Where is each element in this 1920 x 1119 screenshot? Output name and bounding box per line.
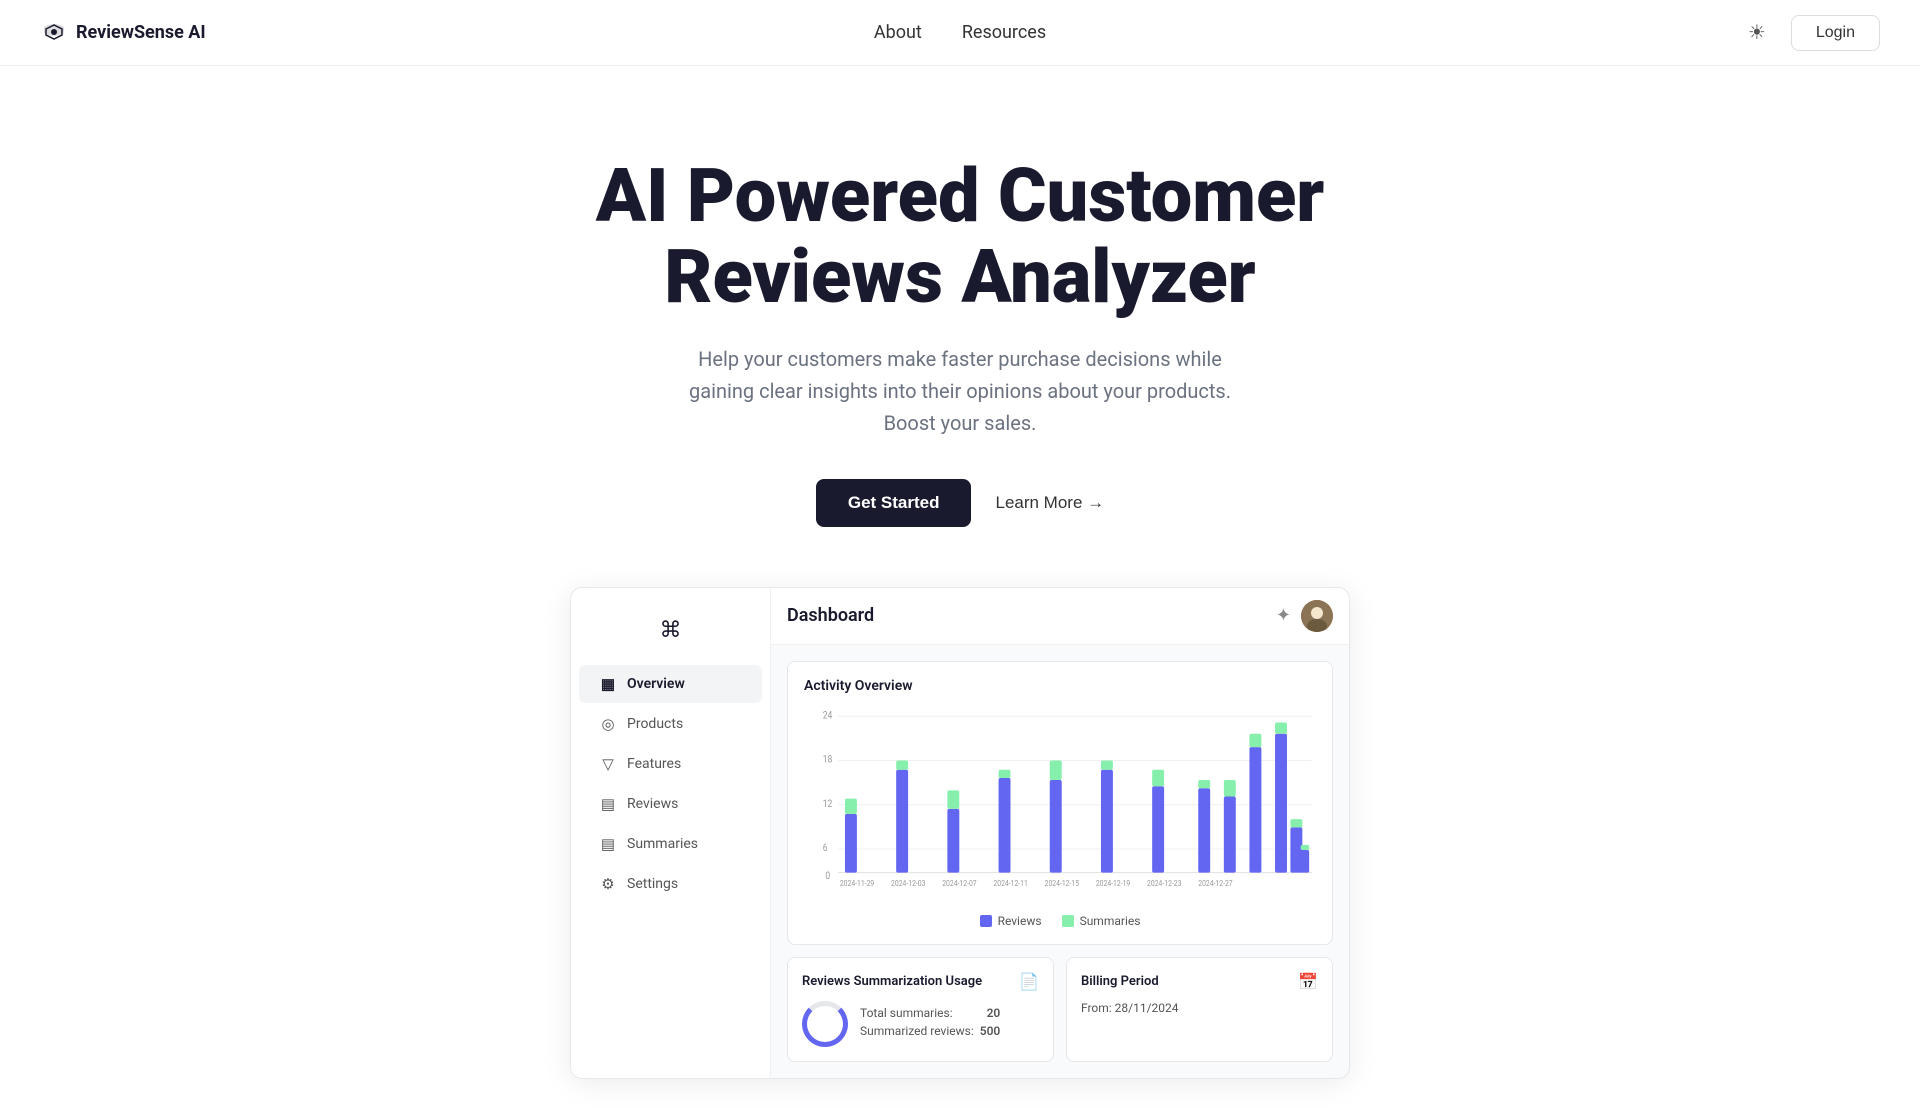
dashboard-main: Dashboard ✦ Activity Overview bbox=[771, 588, 1349, 1078]
billing-card-icon: 📅 bbox=[1298, 972, 1318, 991]
legend-reviews-label: Reviews bbox=[998, 914, 1042, 928]
summarized-reviews-label: Summarized reviews: bbox=[860, 1024, 974, 1038]
hero-title: AI Powered Customer Reviews Analyzer bbox=[510, 156, 1410, 319]
dashboard-header-right: ✦ bbox=[1276, 600, 1333, 632]
svg-text:24: 24 bbox=[823, 709, 833, 721]
svg-text:2024-11-29: 2024-11-29 bbox=[840, 878, 874, 886]
chart-legend: Reviews Summaries bbox=[804, 914, 1316, 928]
hero-subtitle: Help your customers make faster purchase… bbox=[680, 343, 1240, 439]
bottom-cards: Reviews Summarization Usage 📄 Total summ… bbox=[787, 957, 1333, 1062]
sidebar-item-features[interactable]: ▽ Features bbox=[579, 745, 762, 783]
brand-logo[interactable]: ReviewSense AI bbox=[40, 19, 206, 47]
theme-toggle-button[interactable]: ☀ bbox=[1739, 15, 1775, 51]
dashboard-preview: ⌘ ▦ Overview ◎ Products ▽ Features ▤ Rev… bbox=[0, 587, 1920, 1119]
legend-summaries: Summaries bbox=[1062, 914, 1141, 928]
summaries-icon: ▤ bbox=[599, 835, 617, 853]
dashboard-title: Dashboard bbox=[787, 605, 874, 626]
overview-icon: ▦ bbox=[599, 675, 617, 693]
sidebar-label-overview: Overview bbox=[627, 676, 685, 692]
svg-text:2024-12-07: 2024-12-07 bbox=[942, 878, 976, 886]
usage-stats: Total summaries: 20 Summarized reviews: … bbox=[860, 1006, 1000, 1042]
user-avatar[interactable] bbox=[1301, 600, 1333, 632]
summarized-reviews-row: Summarized reviews: 500 bbox=[860, 1024, 1000, 1038]
brand-name: ReviewSense AI bbox=[76, 22, 206, 43]
svg-text:2024-12-27: 2024-12-27 bbox=[1198, 878, 1232, 886]
nav-resources[interactable]: Resources bbox=[962, 22, 1046, 43]
svg-text:2024-12-03: 2024-12-03 bbox=[891, 878, 925, 886]
header-settings-icon[interactable]: ✦ bbox=[1276, 605, 1291, 626]
legend-reviews: Reviews bbox=[980, 914, 1042, 928]
dashboard-header: Dashboard ✦ bbox=[771, 588, 1349, 645]
chart-area: 24 18 12 6 0 bbox=[804, 706, 1316, 906]
sidebar-item-summaries[interactable]: ▤ Summaries bbox=[579, 825, 762, 863]
hero-buttons: Get Started Learn More → bbox=[40, 479, 1880, 527]
sidebar-label-products: Products bbox=[627, 716, 683, 732]
reviews-icon: ▤ bbox=[599, 795, 617, 813]
hero-section: AI Powered Customer Reviews Analyzer Hel… bbox=[0, 66, 1920, 587]
usage-card-header: Reviews Summarization Usage 📄 bbox=[802, 972, 1039, 991]
chart-title: Activity Overview bbox=[804, 678, 1316, 694]
settings-icon: ⚙ bbox=[599, 875, 617, 893]
logo-icon bbox=[40, 19, 68, 47]
total-summaries-row: Total summaries: 20 bbox=[860, 1006, 1000, 1020]
summarized-reviews-value: 500 bbox=[980, 1024, 1001, 1038]
svg-text:2024-12-15: 2024-12-15 bbox=[1045, 878, 1079, 886]
usage-card: Reviews Summarization Usage 📄 Total summ… bbox=[787, 957, 1054, 1062]
sidebar-item-settings[interactable]: ⚙ Settings bbox=[579, 865, 762, 903]
billing-from-row: From: 28/11/2024 bbox=[1081, 1001, 1318, 1015]
sidebar-label-reviews: Reviews bbox=[627, 796, 678, 812]
bar-chart: 24 18 12 6 0 bbox=[804, 706, 1316, 886]
total-summaries-value: 20 bbox=[987, 1006, 1001, 1020]
avatar-image bbox=[1301, 600, 1333, 632]
get-started-button[interactable]: Get Started bbox=[816, 479, 972, 527]
navbar: ReviewSense AI About Resources ☀ Login bbox=[0, 0, 1920, 66]
sidebar-label-summaries: Summaries bbox=[627, 836, 698, 852]
reviews-dot bbox=[980, 915, 992, 927]
svg-text:2024-12-11: 2024-12-11 bbox=[993, 878, 1027, 886]
svg-text:6: 6 bbox=[823, 842, 828, 854]
sidebar: ⌘ ▦ Overview ◎ Products ▽ Features ▤ Rev… bbox=[571, 588, 771, 1078]
billing-card-header: Billing Period 📅 bbox=[1081, 972, 1318, 991]
total-summaries-label: Total summaries: bbox=[860, 1006, 953, 1020]
dashboard-window: ⌘ ▦ Overview ◎ Products ▽ Features ▤ Rev… bbox=[570, 587, 1350, 1079]
usage-card-title: Reviews Summarization Usage bbox=[802, 974, 982, 989]
usage-card-icon: 📄 bbox=[1019, 972, 1039, 991]
svg-text:0: 0 bbox=[825, 870, 830, 882]
login-button[interactable]: Login bbox=[1791, 15, 1880, 51]
svg-text:18: 18 bbox=[823, 754, 833, 766]
billing-card-title: Billing Period bbox=[1081, 974, 1159, 989]
sidebar-label-settings: Settings bbox=[627, 876, 678, 892]
features-icon: ▽ bbox=[599, 755, 617, 773]
sidebar-label-features: Features bbox=[627, 756, 681, 772]
svg-text:12: 12 bbox=[823, 798, 833, 810]
svg-text:2024-12-19: 2024-12-19 bbox=[1096, 878, 1130, 886]
nav-links: About Resources bbox=[874, 22, 1046, 43]
billing-from-label: From: 28/11/2024 bbox=[1081, 1001, 1179, 1015]
sidebar-logo-icon: ⌘ bbox=[660, 618, 682, 643]
billing-card: Billing Period 📅 From: 28/11/2024 bbox=[1066, 957, 1333, 1062]
legend-summaries-label: Summaries bbox=[1080, 914, 1141, 928]
sidebar-logo: ⌘ bbox=[571, 608, 770, 663]
products-icon: ◎ bbox=[599, 715, 617, 733]
activity-chart-card: Activity Overview 24 18 12 6 0 bbox=[787, 661, 1333, 945]
sidebar-item-products[interactable]: ◎ Products bbox=[579, 705, 762, 743]
sidebar-item-overview[interactable]: ▦ Overview bbox=[579, 665, 762, 703]
summaries-dot bbox=[1062, 915, 1074, 927]
nav-right: ☀ Login bbox=[1739, 15, 1880, 51]
nav-about[interactable]: About bbox=[874, 22, 922, 43]
sidebar-item-reviews[interactable]: ▤ Reviews bbox=[579, 785, 762, 823]
learn-more-button[interactable]: Learn More → bbox=[995, 493, 1104, 513]
svg-text:2024-12-23: 2024-12-23 bbox=[1147, 878, 1181, 886]
usage-donut-chart bbox=[802, 1001, 848, 1047]
